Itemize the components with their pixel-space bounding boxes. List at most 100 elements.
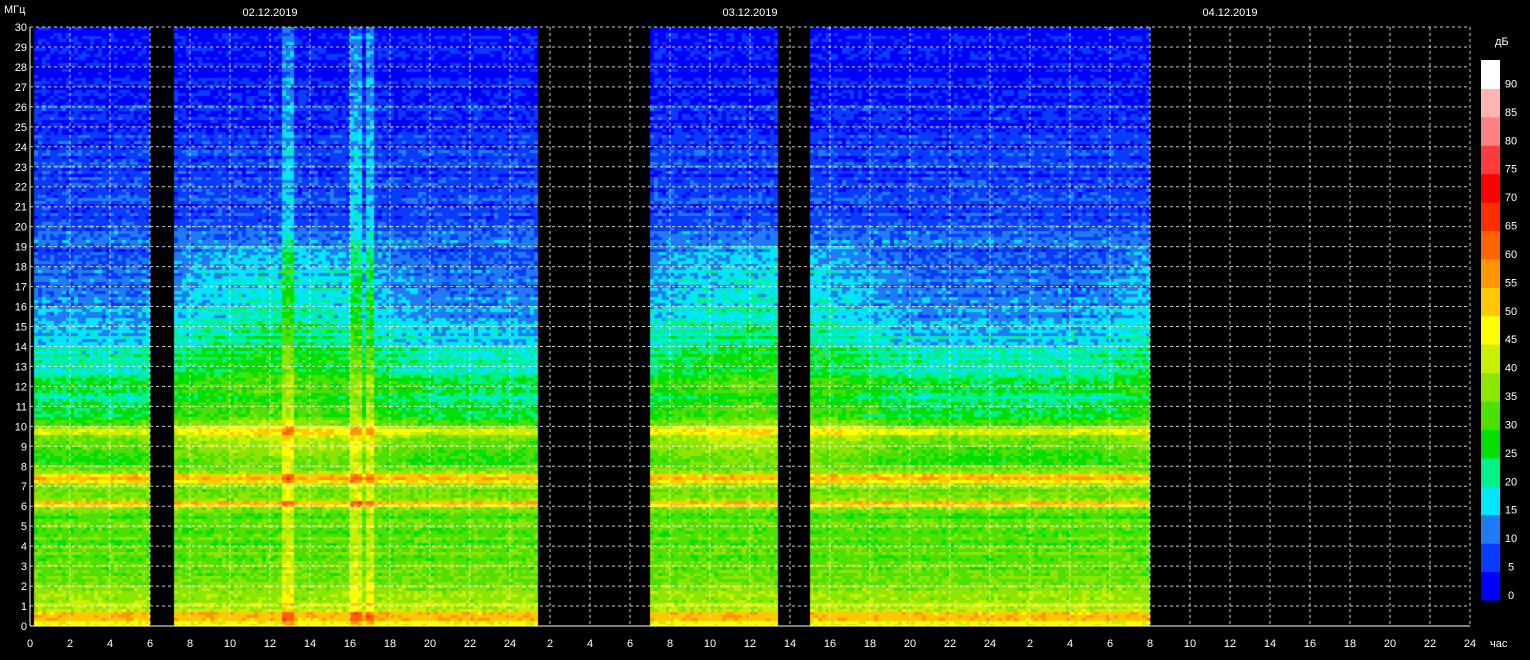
y-tick-label: 9 bbox=[21, 441, 27, 453]
y-tick-label: 28 bbox=[15, 62, 27, 74]
x-tick-label: 24 bbox=[1464, 638, 1476, 650]
colorbar-tick-label: 45 bbox=[1505, 334, 1517, 346]
colorbar-swatch bbox=[1481, 202, 1500, 232]
colorbar-tick-label: 55 bbox=[1505, 277, 1517, 289]
colorbar-swatch bbox=[1481, 486, 1500, 516]
x-tick-label: 22 bbox=[944, 638, 956, 650]
x-tick-label: 4 bbox=[587, 638, 593, 650]
day-label: 03.12.2019 bbox=[722, 7, 777, 19]
colorbar-tick-label: 75 bbox=[1505, 164, 1517, 176]
colorbar-tick-label: 50 bbox=[1505, 306, 1517, 318]
x-tick-label: 18 bbox=[384, 638, 396, 650]
x-tick-label: 16 bbox=[824, 638, 836, 650]
colorbar-swatch bbox=[1481, 372, 1500, 402]
colorbar-swatch bbox=[1481, 145, 1500, 175]
x-tick-label: 8 bbox=[667, 638, 673, 650]
x-tick-label: 24 bbox=[504, 638, 516, 650]
colorbar-tick-label: 70 bbox=[1505, 192, 1517, 204]
colorbar-tick-label: 5 bbox=[1508, 562, 1514, 574]
day-labels: 02.12.2019 03.12.2019 04.12.2019 bbox=[242, 7, 1257, 19]
colorbar-swatch bbox=[1481, 401, 1500, 430]
colorbar-swatch bbox=[1481, 60, 1500, 89]
x-tick-label: 8 bbox=[187, 638, 193, 650]
x-tick-label: 6 bbox=[627, 638, 633, 650]
x-tick-label: 8 bbox=[1147, 638, 1153, 650]
y-tick-label: 14 bbox=[15, 341, 27, 353]
colorbar-tick-label: 90 bbox=[1505, 78, 1517, 90]
colorbar-swatch bbox=[1481, 88, 1500, 118]
y-tick-label: 5 bbox=[21, 521, 27, 533]
x-tick-label: 18 bbox=[864, 638, 876, 650]
x-tick-label: 20 bbox=[904, 638, 916, 650]
x-tick-label: 2 bbox=[547, 638, 553, 650]
y-tick-label: 25 bbox=[15, 122, 27, 134]
x-tick-label: 0 bbox=[27, 638, 33, 650]
day-label: 02.12.2019 bbox=[242, 7, 297, 19]
colorbar-tick-label: 10 bbox=[1505, 533, 1517, 545]
colorbar-tick-label: 20 bbox=[1505, 476, 1517, 488]
colorbar-swatch bbox=[1481, 571, 1500, 601]
y-tick-labels: 0123456789101112131415161718192021222324… bbox=[15, 22, 27, 633]
y-tick-label: 3 bbox=[21, 561, 27, 573]
colorbar-swatch bbox=[1481, 457, 1500, 487]
y-tick-label: 0 bbox=[21, 621, 27, 633]
colorbar-unit: дБ bbox=[1495, 36, 1509, 48]
x-tick-label: 22 bbox=[1424, 638, 1436, 650]
x-tick-label: 20 bbox=[1384, 638, 1396, 650]
y-tick-label: 23 bbox=[15, 162, 27, 174]
y-tick-label: 27 bbox=[15, 82, 27, 94]
colorbar-tick-label: 80 bbox=[1505, 135, 1517, 147]
y-tick-label: 17 bbox=[15, 282, 27, 294]
y-tick-label: 7 bbox=[21, 481, 27, 493]
colorbar-tick-label: 60 bbox=[1505, 249, 1517, 261]
x-tick-label: 6 bbox=[147, 638, 153, 650]
y-tick-label: 30 bbox=[15, 22, 27, 34]
x-tick-label: 24 bbox=[984, 638, 996, 650]
colorbar-swatch bbox=[1481, 429, 1500, 459]
colorbar-tick-label: 40 bbox=[1505, 363, 1517, 375]
y-tick-label: 8 bbox=[21, 461, 27, 473]
day-label: 04.12.2019 bbox=[1202, 7, 1257, 19]
colorbar-tick-label: 0 bbox=[1508, 590, 1514, 602]
x-tick-label: 4 bbox=[1067, 638, 1073, 650]
x-tick-label: 2 bbox=[1027, 638, 1033, 650]
colorbar-swatch bbox=[1481, 315, 1500, 345]
colorbar-swatch bbox=[1481, 344, 1500, 374]
x-tick-label: 10 bbox=[704, 638, 716, 650]
colorbar-swatch bbox=[1481, 514, 1500, 544]
y-tick-label: 1 bbox=[21, 601, 27, 613]
colorbar-swatch bbox=[1481, 543, 1500, 573]
y-tick-label: 24 bbox=[15, 142, 27, 154]
y-tick-label: 4 bbox=[21, 541, 27, 553]
y-tick-label: 12 bbox=[15, 381, 27, 393]
colorbar-tick-label: 15 bbox=[1505, 505, 1517, 517]
colorbar-tick-label: 25 bbox=[1505, 448, 1517, 460]
colorbar-swatch bbox=[1481, 173, 1500, 203]
x-tick-labels: 0 2 4 6 8 10 12 14 16 18 20 22 24 2 4 6 8 10 12 14 16 18 20 22 2… bbox=[27, 638, 1476, 650]
x-tick-label: 14 bbox=[1264, 638, 1276, 650]
x-tick-label: 16 bbox=[344, 638, 356, 650]
x-tick-label: 16 bbox=[1304, 638, 1316, 650]
colorbar-tick-label: 30 bbox=[1505, 419, 1517, 431]
y-tick-label: 2 bbox=[21, 581, 27, 593]
x-tick-label: 4 bbox=[107, 638, 113, 650]
colorbar: 0 5 10 15 20 25 30 35 40 45 50 55 60 65 70 75 80 85 90 bbox=[1481, 60, 1517, 602]
y-tick-label: 6 bbox=[21, 501, 27, 513]
x-tick-label: 6 bbox=[1107, 638, 1113, 650]
x-tick-label: 18 bbox=[1344, 638, 1356, 650]
y-tick-label: 29 bbox=[15, 42, 27, 54]
colorbar-tick-label: 65 bbox=[1505, 221, 1517, 233]
x-tick-label: 10 bbox=[224, 638, 236, 650]
colorbar-swatch bbox=[1481, 258, 1500, 288]
y-axis-unit: МГц bbox=[4, 4, 26, 16]
y-tick-label: 26 bbox=[15, 102, 27, 114]
y-tick-label: 13 bbox=[15, 361, 27, 373]
x-tick-label: 10 bbox=[1184, 638, 1196, 650]
y-tick-label: 20 bbox=[15, 222, 27, 234]
x-tick-label: 14 bbox=[784, 638, 796, 650]
y-tick-label: 15 bbox=[15, 322, 27, 334]
x-tick-label: 2 bbox=[67, 638, 73, 650]
x-tick-label: 12 bbox=[744, 638, 756, 650]
colorbar-swatch bbox=[1481, 287, 1500, 317]
y-tick-label: 18 bbox=[15, 262, 27, 274]
